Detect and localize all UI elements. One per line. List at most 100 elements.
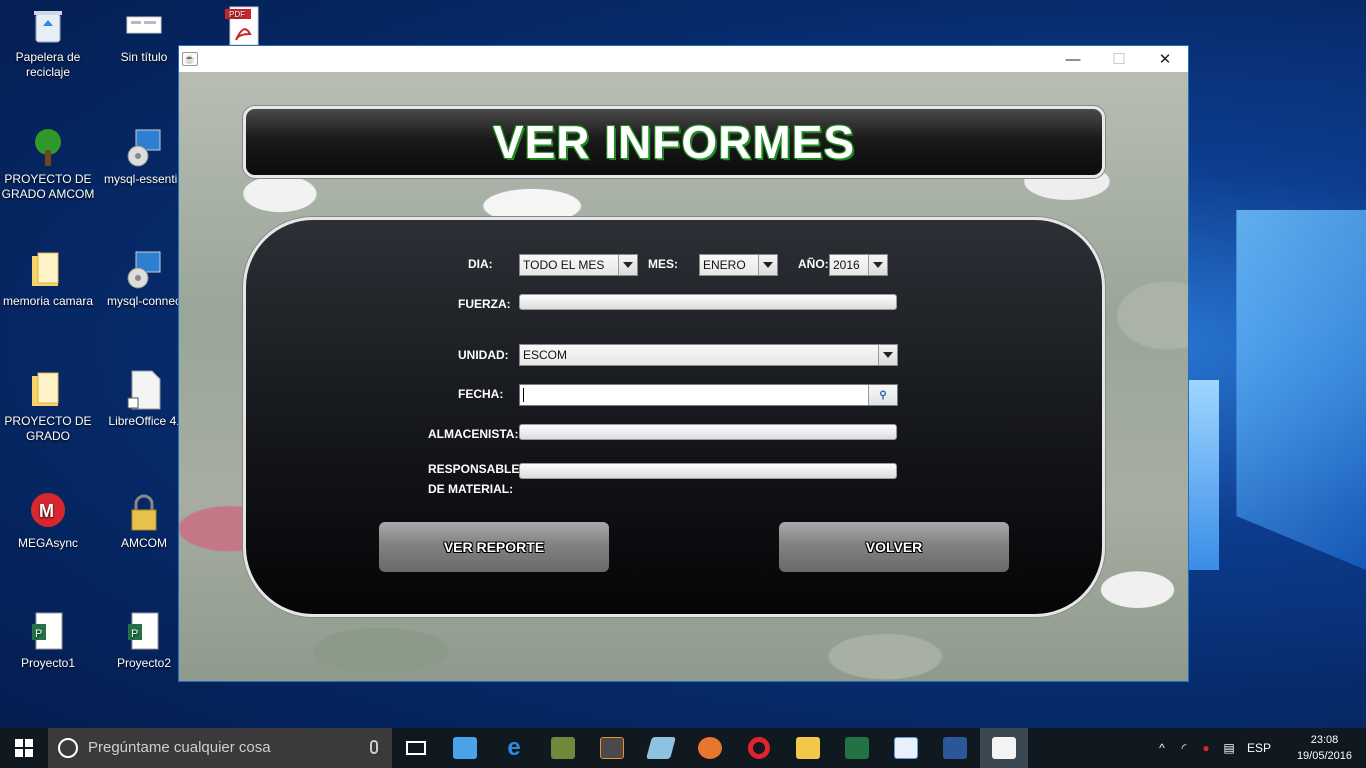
svg-text:PDF: PDF <box>229 10 245 19</box>
chevron-down-icon[interactable] <box>868 255 887 275</box>
desktop-icon-proyecto1[interactable]: P Proyecto1 <box>0 612 96 671</box>
unidad-select[interactable]: ESCOM <box>519 344 898 366</box>
desktop-icon-proyecto-grado-amcom[interactable]: PROYECTO DE GRADO AMCOM <box>0 128 96 202</box>
title-bar[interactable]: ☕ — ☐ ✕ <box>179 46 1188 72</box>
mega-icon: M <box>28 492 68 532</box>
computer-icon[interactable] <box>441 728 489 768</box>
responsable-label-line2: DE MATERIAL: <box>428 482 514 496</box>
tree-icon <box>28 128 68 168</box>
windows-wallpaper-light-edge <box>1189 380 1219 570</box>
unidad-select-value: ESCOM <box>523 348 568 362</box>
chevron-down-icon[interactable] <box>878 345 897 365</box>
unidad-label: UNIDAD: <box>458 348 509 362</box>
mes-select-value: ENERO <box>703 258 746 272</box>
svg-text:P: P <box>35 628 42 640</box>
desktop-icon-megasync[interactable]: M MEGAsync <box>0 492 96 551</box>
document-icon <box>124 370 164 410</box>
chevron-up-icon[interactable]: ^ <box>1152 741 1172 755</box>
folder-icon <box>28 370 68 410</box>
window-content: VER INFORMES DIA: TODO EL MES MES: ENERO… <box>179 72 1188 681</box>
installer-icon <box>124 128 164 168</box>
desktop-icon-label: PROYECTO DE GRADO AMCOM <box>1 172 95 201</box>
image-file-icon <box>124 6 164 46</box>
responsable-label: RESPONSABLE <box>428 462 520 476</box>
language-indicator[interactable]: ESP <box>1242 741 1276 755</box>
java-app-icon[interactable] <box>980 728 1028 768</box>
desktop-icon-pdf[interactable]: PDF <box>194 6 290 50</box>
mega-tray-icon[interactable]: ● <box>1196 741 1216 755</box>
minimize-button[interactable]: — <box>1050 46 1096 72</box>
installer-icon <box>124 250 164 290</box>
almacenista-field[interactable] <box>519 424 897 440</box>
photo-editor-icon[interactable] <box>637 728 685 768</box>
taskbar: Pregúntame cualquier cosa e ^ ◜ ● ▤ ESP … <box>0 728 1366 768</box>
word-icon[interactable] <box>931 728 979 768</box>
wifi-icon[interactable]: ◜ <box>1172 741 1196 755</box>
close-button[interactable]: ✕ <box>1142 46 1188 72</box>
almacenista-label: ALMACENISTA: <box>428 427 519 441</box>
header-panel: VER INFORMES <box>243 106 1105 178</box>
mes-select[interactable]: ENERO <box>699 254 778 276</box>
responsable-field[interactable] <box>519 463 897 479</box>
pdf-icon: PDF <box>222 6 262 46</box>
project-icon: P <box>124 612 164 652</box>
calculator-icon[interactable] <box>539 728 587 768</box>
anio-label: AÑO: <box>798 257 829 271</box>
dia-select[interactable]: TODO EL MES <box>519 254 638 276</box>
microphone-icon[interactable] <box>370 740 378 754</box>
fecha-label: FECHA: <box>458 387 504 401</box>
desktop-icon-label: mysql-essentia <box>103 172 185 186</box>
fecha-input[interactable]: ⚲ <box>519 384 898 406</box>
svg-text:M: M <box>39 501 54 521</box>
fuerza-field[interactable] <box>519 294 897 310</box>
fuerza-label: FUERZA: <box>458 297 511 311</box>
desktop-icon-label: Papelera de reciclaje <box>15 50 81 79</box>
anio-select[interactable]: 2016 <box>829 254 888 276</box>
volver-button[interactable]: VOLVER <box>779 522 1009 572</box>
project-icon: P <box>28 612 68 652</box>
svg-text:P: P <box>131 628 138 640</box>
photos-icon[interactable] <box>882 728 930 768</box>
desktop-icon-label: Proyecto2 <box>116 656 172 670</box>
sublime-icon[interactable] <box>588 728 636 768</box>
desktop-icon-recycle-bin[interactable]: Papelera de reciclaje <box>0 6 96 80</box>
system-tray: ^ ◜ ● ▤ ESP <box>1152 728 1276 768</box>
desktop-icon-label: MEGAsync <box>17 536 78 550</box>
clock-time: 23:08 <box>1310 734 1339 746</box>
clock-date: 19/05/2016 <box>1296 750 1352 762</box>
file-explorer-icon[interactable] <box>784 728 832 768</box>
form-panel: DIA: TODO EL MES MES: ENERO AÑO: 2016 FU… <box>243 217 1105 617</box>
chevron-down-icon[interactable] <box>758 255 777 275</box>
mes-label: MES: <box>648 257 678 271</box>
desktop-icon-label: mysql-connec <box>106 294 182 308</box>
start-button[interactable] <box>0 728 48 768</box>
anio-select-value: 2016 <box>833 258 860 272</box>
notification-icon[interactable]: ▤ <box>1216 741 1242 755</box>
desktop-icon-label: Sin título <box>120 50 168 64</box>
search-box[interactable]: Pregúntame cualquier cosa <box>48 728 392 768</box>
windows-logo-icon <box>15 739 33 757</box>
calendar-icon[interactable]: ⚲ <box>868 385 897 405</box>
firefox-icon[interactable] <box>686 728 734 768</box>
desktop-icon-label: AMCOM <box>121 536 167 550</box>
desktop-icon-label: PROYECTO DE GRADO <box>4 414 92 443</box>
ver-reporte-button[interactable]: VER REPORTE <box>379 522 609 572</box>
ver-informes-window: ☕ — ☐ ✕ VER INFORMES DIA: TODO EL MES ME… <box>178 45 1189 682</box>
opera-icon[interactable] <box>735 728 783 768</box>
task-view-icon[interactable] <box>392 728 440 768</box>
desktop-icon-label: LibreOffice 4. <box>108 414 180 428</box>
excel-icon[interactable] <box>833 728 881 768</box>
clock[interactable]: 23:08 19/05/2016 <box>1297 732 1352 764</box>
edge-icon[interactable]: e <box>490 728 538 768</box>
search-placeholder: Pregúntame cualquier cosa <box>88 739 271 756</box>
folder-icon <box>28 250 68 290</box>
java-icon: ☕ <box>182 52 198 66</box>
maximize-button[interactable]: ☐ <box>1096 46 1142 72</box>
desktop-icon-label: Proyecto1 <box>20 656 76 670</box>
chevron-down-icon[interactable] <box>618 255 637 275</box>
desktop-icon-memoria-camara[interactable]: memoria camara <box>0 250 96 309</box>
recycle-bin-icon <box>28 6 68 46</box>
cortana-icon <box>58 738 78 758</box>
desktop-icon-proyecto-de-grado[interactable]: PROYECTO DE GRADO <box>0 370 96 444</box>
lock-icon <box>124 492 164 532</box>
